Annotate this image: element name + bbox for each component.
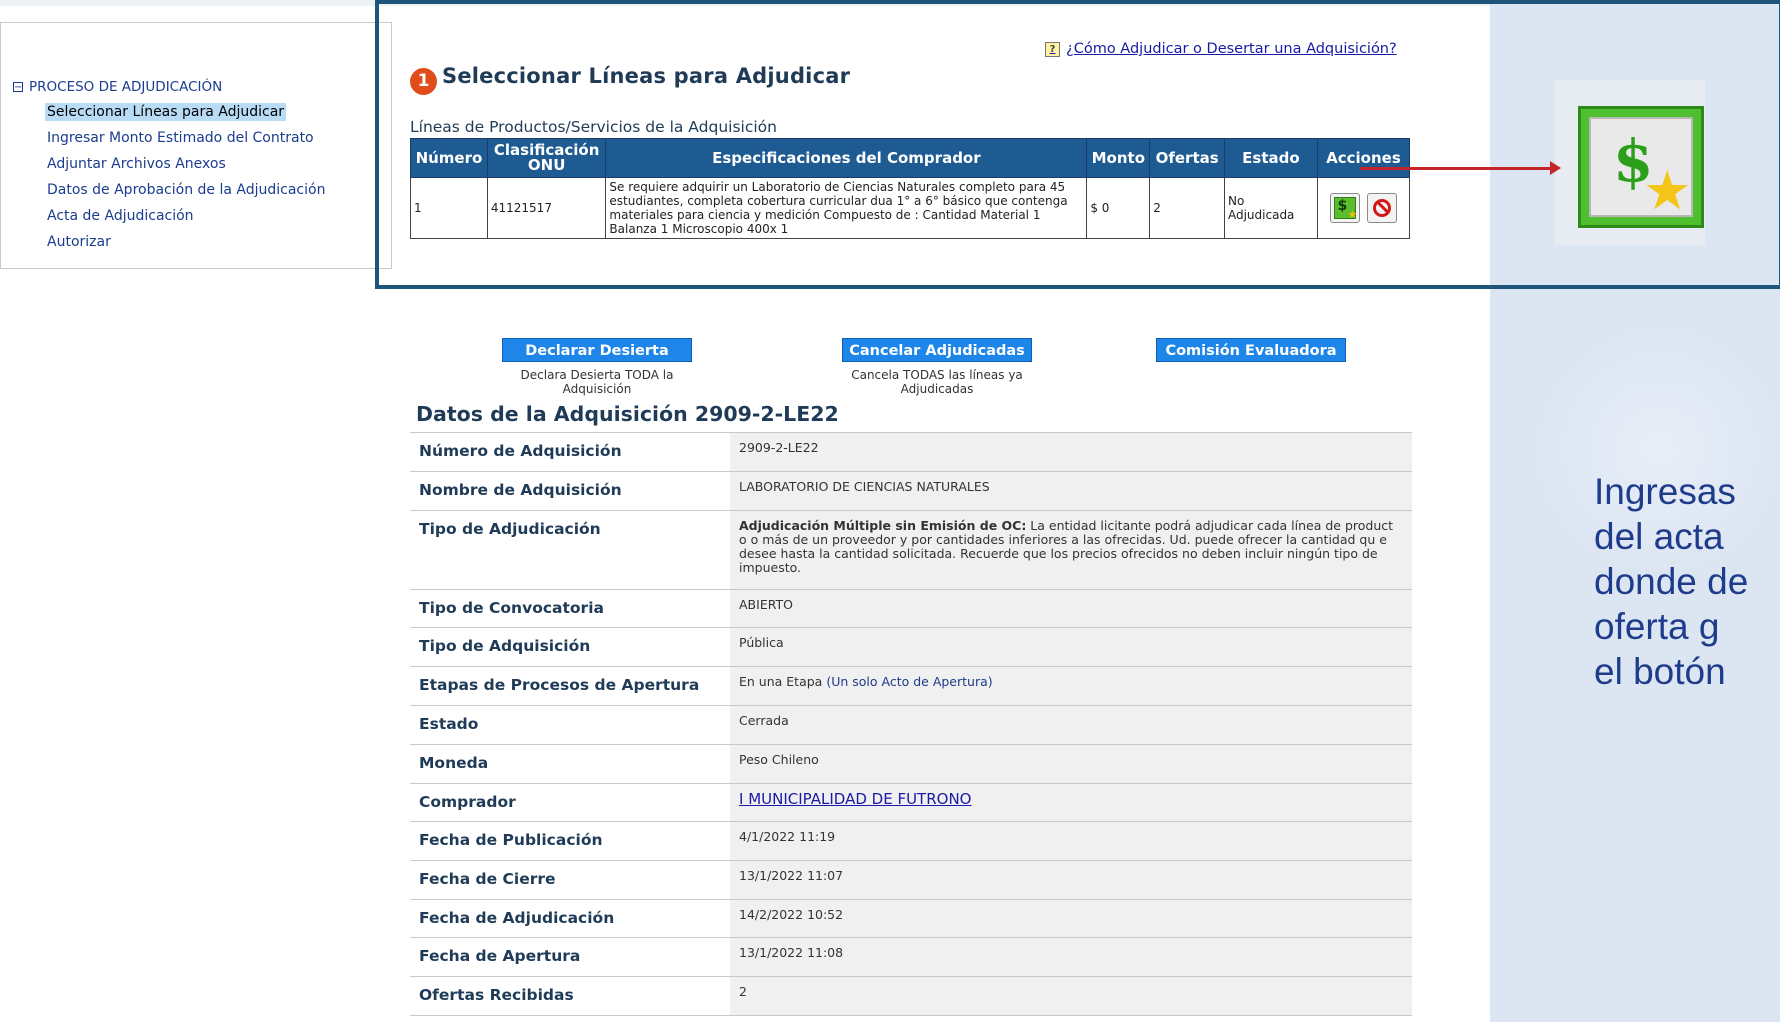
- lines-section-label: Líneas de Productos/Servicios de la Adqu…: [410, 118, 777, 136]
- detail-row-ofertas: Ofertas Recibidas 2: [410, 976, 1412, 1016]
- tree-item-acta-adjudicacion[interactable]: Acta de Adjudicación: [45, 207, 196, 225]
- cancelar-adjudicadas-button[interactable]: Cancelar Adjudicadas: [842, 338, 1032, 362]
- pointer-arrow-head: [1550, 161, 1561, 175]
- col-clasificacion-onu: Clasificación ONU: [486, 138, 607, 178]
- detail-row-adjudicacion: Fecha de Adjudicación 14/2/2022 10:52: [410, 899, 1412, 937]
- detail-label: Moneda: [410, 745, 730, 783]
- tree-item-datos-aprobacion[interactable]: Datos de Aprobación de la Adjudicación: [45, 181, 327, 199]
- lines-table: Número Clasificación ONU Especificacione…: [410, 138, 1411, 239]
- detail-row-comprador: Comprador I MUNICIPALIDAD DE FUTRONO: [410, 783, 1412, 821]
- detail-value: 13/1/2022 11:07: [730, 861, 1412, 899]
- tree-item-autorizar[interactable]: Autorizar: [45, 233, 113, 251]
- detail-value: 14/2/2022 10:52: [730, 900, 1412, 937]
- desertar-button[interactable]: [1367, 193, 1398, 223]
- comprador-link[interactable]: I MUNICIPALIDAD DE FUTRONO: [739, 790, 971, 808]
- tree-root[interactable]: − PROCESO DE ADJUDICACIÓN: [13, 79, 222, 95]
- detail-value: Peso Chileno: [730, 745, 1412, 783]
- cell-numero: 1: [410, 177, 488, 239]
- estado-line-1: No: [1227, 194, 1245, 208]
- help-link-text[interactable]: ¿Cómo Adjudicar o Desertar una Adquisici…: [1066, 41, 1397, 57]
- col-especificaciones: Especificaciones del Comprador: [605, 138, 1088, 178]
- comision-evaluadora-button[interactable]: Comisión Evaluadora: [1156, 338, 1346, 362]
- detail-value-text: En una Etapa: [739, 674, 823, 689]
- side-text-line-4: oferta g: [1594, 606, 1720, 647]
- detail-label: Estado: [410, 706, 730, 744]
- help-icon: ?: [1045, 41, 1060, 57]
- declarar-desierta-desc: Declara Desierta TODA la Adquisición: [520, 368, 674, 396]
- tree-item-monto-estimado[interactable]: Ingresar Monto Estimado del Contrato: [45, 129, 316, 147]
- detail-row-tipo-adquisicion: Tipo de Adquisición Pública: [410, 627, 1412, 666]
- detail-label: Etapas de Procesos de Apertura: [410, 667, 730, 705]
- table-row: 1 41121517 Se requiere adquirir un Labor…: [410, 177, 1411, 239]
- cell-spec: Se requiere adquirir un Laboratorio de C…: [605, 177, 1088, 239]
- side-text-line-3: donde de: [1594, 561, 1749, 602]
- detail-value: LABORATORIO DE CIENCIAS NATURALES: [730, 472, 1412, 510]
- data-title: Datos de la Adquisición 2909-2-LE22: [416, 402, 839, 426]
- cell-onu: 41121517: [486, 177, 607, 239]
- col-ofertas: Ofertas: [1149, 138, 1225, 178]
- tree-item-seleccionar-lineas[interactable]: Seleccionar Líneas para Adjudicar: [45, 103, 287, 121]
- detail-value: En una Etapa (Un solo Acto de Apertura): [730, 667, 1412, 705]
- detail-row-convocatoria: Tipo de Convocatoria ABIERTO: [410, 589, 1412, 627]
- detail-row-publicacion: Fecha de Publicación 4/1/2022 11:19: [410, 821, 1412, 860]
- detail-value-extra: (Un solo Acto de Apertura): [826, 674, 993, 689]
- detail-row-estado: Estado Cerrada: [410, 705, 1412, 744]
- detail-value: Cerrada: [730, 706, 1412, 744]
- detail-value: Pública: [730, 628, 1412, 666]
- detail-label: Fecha de Adjudicación: [410, 900, 730, 937]
- process-tree-panel: − PROCESO DE ADJUDICACIÓN Seleccionar Lí…: [0, 22, 392, 269]
- prohibited-icon: [1373, 199, 1392, 217]
- detail-row-moneda: Moneda Peso Chileno: [410, 744, 1412, 783]
- collapse-icon[interactable]: −: [13, 82, 23, 93]
- detail-value: 13/1/2022 11:08: [730, 938, 1412, 976]
- col-estado: Estado: [1223, 138, 1318, 178]
- detail-row-tipo-adjudicacion: Tipo de Adjudicación Adjudicación Múltip…: [410, 510, 1412, 589]
- cell-monto: $ 0: [1086, 177, 1151, 239]
- help-link[interactable]: ? ¿Cómo Adjudicar o Desertar una Adquisi…: [1045, 41, 1397, 57]
- detail-label: Fecha de Publicación: [410, 822, 730, 860]
- detail-label: Fecha de Apertura: [410, 938, 730, 976]
- cancelar-adjudicadas-desc: Cancela TODAS las líneas ya Adjudicadas: [851, 368, 1023, 396]
- detail-value: I MUNICIPALIDAD DE FUTRONO: [730, 784, 1412, 821]
- col-monto: Monto: [1086, 138, 1151, 178]
- pointer-arrow-line: [1360, 167, 1550, 170]
- side-text-line-5: el botón: [1594, 651, 1726, 692]
- detail-value-bold: Adjudicación Múltiple sin Emisión de OC:: [739, 518, 1027, 533]
- detail-label: Nombre de Adquisición: [410, 472, 730, 510]
- adjudicar-button[interactable]: ★: [1329, 193, 1360, 223]
- page-title: Seleccionar Líneas para Adjudicar: [442, 64, 851, 88]
- detail-label: Comprador: [410, 784, 730, 821]
- tree-item-archivos-anexos[interactable]: Adjuntar Archivos Anexos: [45, 155, 228, 173]
- detail-label: Número de Adquisición: [410, 433, 730, 471]
- side-text-line-2: del acta: [1594, 516, 1724, 557]
- detail-value: Adjudicación Múltiple sin Emisión de OC:…: [730, 511, 1412, 589]
- detail-label: Tipo de Convocatoria: [410, 590, 730, 627]
- step-badge: 1: [410, 68, 437, 95]
- detail-row-apertura: Fecha de Apertura 13/1/2022 11:08: [410, 937, 1412, 976]
- star-icon: ★: [1347, 208, 1358, 221]
- declarar-desierta-button[interactable]: Declarar Desierta: [502, 338, 692, 362]
- detail-value: ABIERTO: [730, 590, 1412, 627]
- detail-value: 2: [730, 977, 1412, 1015]
- tree-root-label: PROCESO DE ADJUDICACIÓN: [29, 79, 223, 95]
- cell-estado: No Adjudicada: [1223, 177, 1318, 239]
- details-table: Número de Adquisición 2909-2-LE22 Nombre…: [410, 432, 1412, 1016]
- cell-ofertas: 2: [1149, 177, 1225, 239]
- detail-row-numero: Número de Adquisición 2909-2-LE22: [410, 432, 1412, 471]
- detail-row-nombre: Nombre de Adquisición LABORATORIO DE CIE…: [410, 471, 1412, 510]
- col-numero: Número: [410, 138, 488, 178]
- side-text-line-1: Ingresas: [1594, 471, 1736, 512]
- col-acciones: Acciones: [1316, 138, 1411, 178]
- detail-row-cierre: Fecha de Cierre 13/1/2022 11:07: [410, 860, 1412, 899]
- detail-label: Tipo de Adquisición: [410, 628, 730, 666]
- detail-value: 4/1/2022 11:19: [730, 822, 1412, 860]
- detail-row-etapas: Etapas de Procesos de Apertura En una Et…: [410, 666, 1412, 705]
- detail-label: Tipo de Adjudicación: [410, 511, 730, 589]
- estado-line-2: Adjudicada: [1227, 208, 1295, 222]
- detail-label: Fecha de Cierre: [410, 861, 730, 899]
- cell-acciones: ★: [1316, 177, 1411, 239]
- detail-value: 2909-2-LE22: [730, 433, 1412, 471]
- lines-table-header: Número Clasificación ONU Especificacione…: [410, 138, 1411, 178]
- detail-label: Ofertas Recibidas: [410, 977, 730, 1015]
